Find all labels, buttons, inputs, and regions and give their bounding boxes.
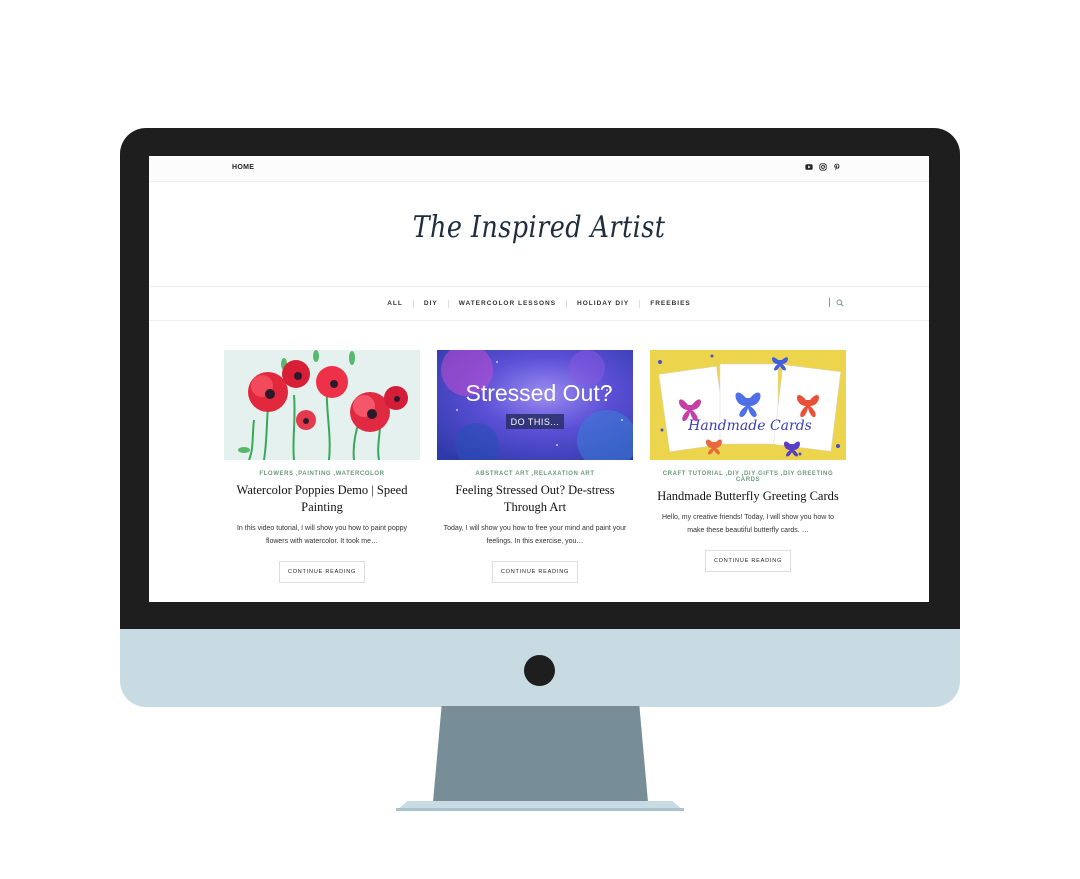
- post-card: Handmade Cards CRAFT TUTORIAL ,DIY ,DIY …: [650, 350, 846, 572]
- youtube-icon[interactable]: [805, 163, 813, 171]
- monitor-stand-base-edge: [396, 808, 684, 811]
- monitor-logo-dot: [524, 655, 555, 686]
- browser-screen: HOME The Inspired Artist ALL DIY WATERCO…: [149, 156, 929, 602]
- image-sub-text: DO THIS...: [511, 417, 560, 427]
- post-categories[interactable]: FLOWERS ,PAINTING ,WATERCOLOR: [224, 471, 420, 477]
- continue-reading-button[interactable]: CONTINUE READING: [491, 561, 579, 583]
- search-divider: [829, 298, 830, 307]
- post-image-poppies[interactable]: [224, 350, 420, 460]
- social-links: [805, 163, 841, 171]
- image-script-text: Handmade Cards: [687, 418, 812, 434]
- site-logo[interactable]: The Inspired Artist: [208, 210, 871, 245]
- home-link[interactable]: HOME: [232, 164, 254, 171]
- monitor-stand-neck: [433, 706, 648, 802]
- post-image-stressed-out[interactable]: Stressed Out? DO THIS...: [437, 350, 633, 460]
- post-title[interactable]: Feeling Stressed Out? De-stress Through …: [437, 482, 633, 516]
- post-title[interactable]: Handmade Butterfly Greeting Cards: [650, 488, 846, 505]
- nav-item-freebies[interactable]: FREEBIES: [640, 300, 701, 307]
- post-categories[interactable]: CRAFT TUTORIAL ,DIY ,DIY GIFTS ,DIY GREE…: [650, 471, 846, 483]
- post-card: Stressed Out? DO THIS... ABSTRACT ART ,R…: [437, 350, 633, 583]
- top-bar: HOME: [149, 156, 929, 182]
- nav-item-holiday-diy[interactable]: HOLIDAY DIY: [567, 300, 639, 307]
- search-toggle[interactable]: [829, 298, 844, 307]
- post-image-butterfly-cards[interactable]: Handmade Cards: [650, 350, 846, 460]
- post-categories[interactable]: ABSTRACT ART ,RELAXATION ART: [437, 471, 633, 477]
- post-excerpt: Hello, my creative friends! Today, I wil…: [661, 514, 835, 534]
- post-excerpt: Today, I will show you how to free your …: [443, 525, 627, 545]
- continue-reading-button[interactable]: CONTINUE READING: [704, 550, 792, 572]
- main-navigation: ALL DIY WATERCOLOR LESSONS HOLIDAY DIY F…: [149, 286, 929, 321]
- search-icon[interactable]: [836, 298, 844, 307]
- nav-item-diy[interactable]: DIY: [414, 300, 448, 307]
- post-excerpt: In this video tutorial, I will show you …: [236, 525, 408, 545]
- continue-reading-button[interactable]: CONTINUE READING: [278, 561, 366, 583]
- nav-item-watercolor-lessons[interactable]: WATERCOLOR LESSONS: [449, 300, 566, 307]
- instagram-icon[interactable]: [819, 163, 827, 171]
- post-title[interactable]: Watercolor Poppies Demo | Speed Painting: [224, 482, 420, 516]
- pinterest-icon[interactable]: [833, 163, 841, 171]
- nav-item-all[interactable]: ALL: [377, 300, 413, 307]
- image-headline-text: Stressed Out?: [465, 380, 612, 406]
- post-card: FLOWERS ,PAINTING ,WATERCOLOR Watercolor…: [224, 350, 420, 583]
